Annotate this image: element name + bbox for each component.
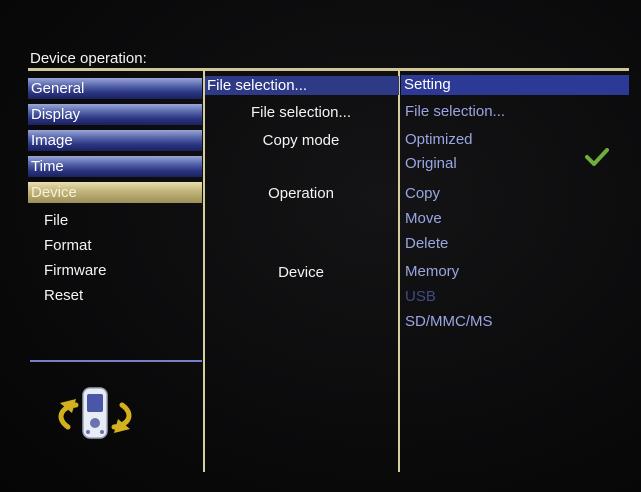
option-optimized[interactable]: Optimized (405, 131, 473, 148)
option-move[interactable]: Move (405, 210, 442, 227)
option-memory[interactable]: Memory (405, 263, 459, 280)
header-divider (28, 68, 629, 71)
menu-item-general[interactable]: General (28, 78, 202, 99)
submenu-item-reset[interactable]: Reset (44, 287, 83, 304)
option-delete[interactable]: Delete (405, 235, 448, 252)
label-operation: Operation (268, 185, 334, 202)
option-sd-mmc-ms[interactable]: SD/MMC/MS (405, 313, 493, 330)
column-header-setting: Setting (401, 75, 629, 95)
menu-item-device[interactable]: Device (28, 182, 202, 203)
submenu-item-firmware[interactable]: Firmware (44, 262, 107, 279)
label-copy-mode: Copy mode (262, 132, 340, 149)
column-divider-right (398, 70, 400, 472)
left-panel-divider (30, 360, 202, 362)
menu-item-image[interactable]: Image (28, 130, 202, 151)
label-device: Device (278, 264, 324, 281)
label-file-selection: File selection... (250, 104, 352, 121)
option-copy[interactable]: Copy (405, 185, 440, 202)
menu-item-time[interactable]: Time (28, 156, 202, 177)
option-usb[interactable]: USB (405, 288, 436, 305)
menu-item-display[interactable]: Display (28, 104, 202, 125)
column-header-file-selection: File selection... (205, 76, 399, 95)
check-icon (585, 148, 609, 166)
option-file-selection[interactable]: File selection... (405, 103, 505, 120)
submenu-item-format[interactable]: Format (44, 237, 92, 254)
submenu-item-file[interactable]: File (44, 212, 68, 229)
page-title: Device operation: (30, 50, 147, 67)
option-original[interactable]: Original (405, 155, 457, 172)
rotate-device-icon (58, 387, 132, 439)
device-settings-screen: Device operation: General Display Image … (0, 0, 641, 492)
